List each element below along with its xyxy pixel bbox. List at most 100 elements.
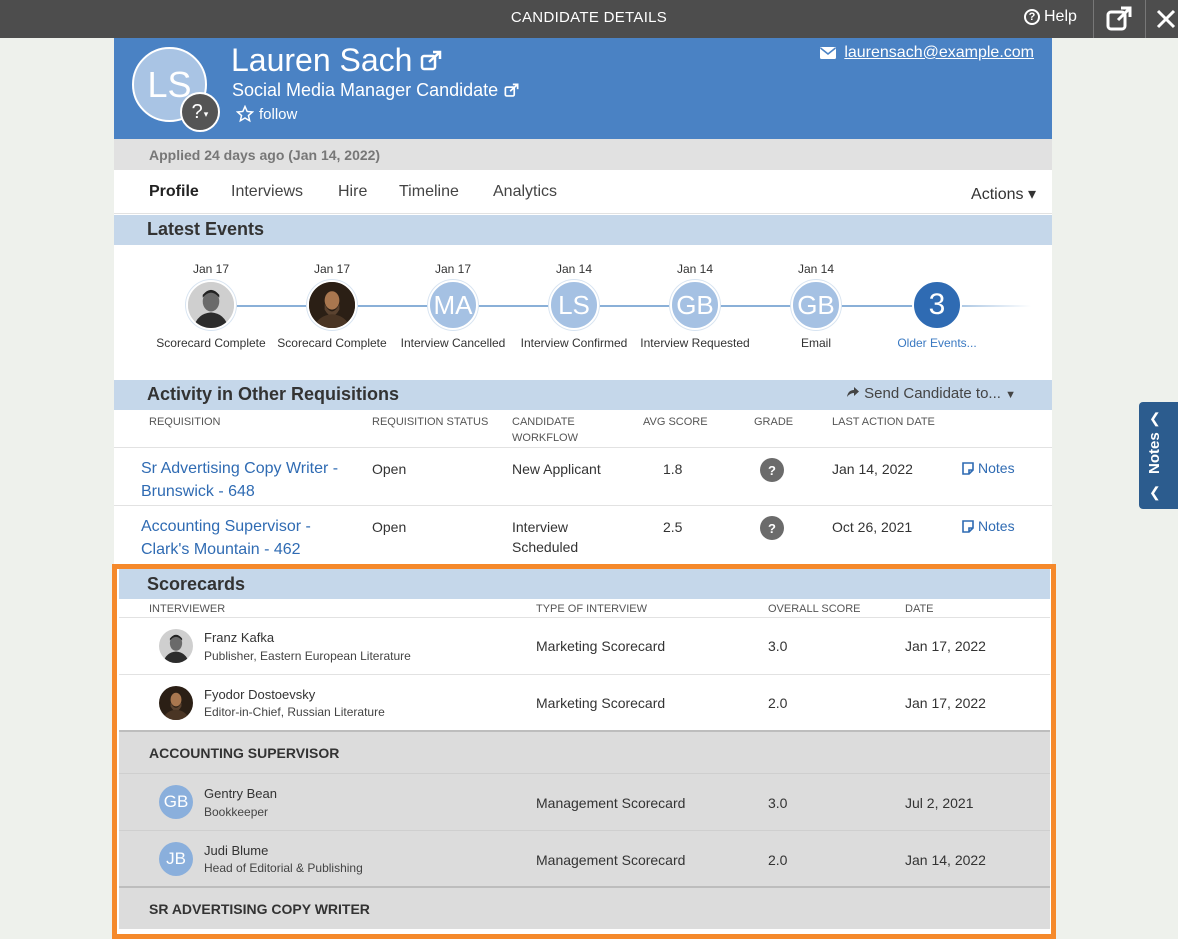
avatar: GB (670, 280, 720, 330)
scorecard-date: Jan 14, 2022 (905, 852, 986, 868)
overall-score: 2.0 (768, 695, 788, 711)
interviewer-title: Bookkeeper (204, 805, 269, 819)
scorecard-date: Jul 2, 2021 (905, 795, 974, 811)
event-item[interactable]: Jan 14 LS Interview Confirmed (514, 262, 634, 350)
requisition-link[interactable]: Sr Advertising Copy Writer - Brunswick -… (141, 457, 361, 503)
candidate-header: LS ? ▾ Lauren Sach Social Media Manager C… (114, 38, 1052, 139)
interview-type: Marketing Scorecard (536, 695, 666, 711)
interviewer-name: Franz Kafka (204, 630, 275, 645)
interview-type: Marketing Scorecard (536, 638, 666, 654)
grade-dropdown[interactable]: ? ▾ (180, 92, 220, 132)
column-header: INTERVIEWER (149, 603, 226, 615)
event-date: Jan 14 (676, 262, 714, 276)
close-button[interactable] (1154, 5, 1178, 33)
event-label: Interview Confirmed (520, 336, 628, 350)
divider (1145, 0, 1146, 38)
requisition-status: Open (372, 461, 407, 477)
event-date: Jan 17 (313, 262, 351, 276)
avatar (307, 280, 357, 330)
other-requisitions-title: Activity in Other Requisitions (147, 384, 400, 404)
grade-badge: ? (760, 458, 784, 482)
event-label: Scorecard Complete (277, 336, 387, 350)
event-item[interactable]: Jan 17 Scorecard Complete (272, 262, 392, 350)
avatar (186, 280, 236, 330)
note-icon (962, 519, 974, 533)
window-title: CANDIDATE DETAILS (510, 9, 668, 26)
kafka-photo-icon (188, 282, 234, 328)
candidate-workflow: Interview Scheduled (512, 519, 579, 555)
notes-tab-label: Notes (1146, 432, 1163, 474)
dostoevsky-photo-icon (309, 282, 355, 328)
grade-value: ? (191, 100, 203, 123)
table-row[interactable]: Fyodor Dostoevsky Editor-in-Chief, Russi… (119, 674, 1050, 730)
notes-label: Notes (978, 460, 1015, 476)
interviewer-name: Fyodor Dostoevsky (204, 687, 316, 702)
event-item[interactable]: Jan 17 Scorecard Complete (151, 262, 271, 350)
caret-down-icon: ▼ (1005, 389, 1016, 401)
help-button[interactable]: ? Help (1024, 8, 1077, 26)
overall-score: 2.0 (768, 852, 788, 868)
notes-button[interactable]: Notes (962, 518, 1015, 534)
avatar (159, 686, 193, 720)
top-bar: CANDIDATE DETAILS ? Help (0, 0, 1178, 38)
send-candidate-dropdown[interactable]: Send Candidate to... ▼ (846, 385, 1016, 402)
event-item[interactable]: Jan 17 MA Interview Cancelled (393, 262, 513, 350)
event-date: Jan 14 (555, 262, 593, 276)
follow-button[interactable]: follow (236, 105, 297, 123)
table-row[interactable]: JB Judi Blume Head of Editorial & Publis… (119, 830, 1050, 886)
table-row: Sr Advertising Copy Writer - Brunswick -… (114, 447, 1052, 505)
overall-score: 3.0 (768, 638, 788, 654)
tab-bar: Profile Interviews Hire Timeline Analyti… (114, 170, 1052, 214)
share-arrow-icon (847, 387, 859, 397)
envelope-icon (820, 47, 837, 59)
external-link-icon (504, 83, 519, 97)
requisition-link[interactable]: Accounting Supervisor - Clark's Mountain… (141, 515, 361, 561)
candidate-role[interactable]: Social Media Manager Candidate (232, 80, 519, 101)
notes-button[interactable]: Notes (962, 460, 1015, 476)
divider (1093, 0, 1094, 38)
avatar (159, 629, 193, 663)
older-events-link[interactable]: Older Events... (877, 336, 997, 350)
table-row[interactable]: Franz Kafka Publisher, Eastern European … (119, 617, 1050, 674)
caret-down-icon: ▾ (1027, 186, 1036, 203)
requisitions-table-header: REQUISITION REQUISITION STATUS CANDIDATE… (114, 410, 1052, 447)
candidate-name[interactable]: Lauren Sach (231, 42, 442, 79)
event-label: Interview Requested (640, 336, 750, 350)
table-row[interactable]: GB Gentry Bean Bookkeeper Management Sco… (119, 773, 1050, 830)
avatar: JB (159, 842, 193, 876)
event-date: Jan 14 (797, 262, 835, 276)
follow-label: follow (259, 105, 298, 123)
scorecard-date: Jan 17, 2022 (905, 638, 986, 654)
older-events-button[interactable]: 3 Older Events... (877, 262, 997, 350)
external-link-icon (1106, 6, 1132, 31)
popout-button[interactable] (1105, 5, 1133, 33)
applied-date: Applied 24 days ago (Jan 14, 2022) (114, 139, 1052, 170)
interviewer-name: Judi Blume (204, 843, 269, 858)
notes-label: Notes (978, 518, 1015, 534)
notes-side-tab[interactable]: ❮ Notes ❮ (1139, 402, 1178, 509)
column-header: TYPE OF INTERVIEW (536, 603, 648, 615)
tab-hire[interactable]: Hire (338, 183, 367, 201)
scorecards-table-header: INTERVIEWER TYPE OF INTERVIEW OVERALL SC… (119, 599, 1050, 617)
caret-down-icon: ▾ (203, 108, 209, 119)
tab-analytics[interactable]: Analytics (493, 183, 557, 201)
email-link[interactable]: laurensach@example.com (844, 44, 1034, 62)
requisition-status: Open (372, 519, 407, 535)
event-item[interactable]: Jan 14 GB Interview Requested (635, 262, 755, 350)
tab-timeline[interactable]: Timeline (399, 183, 459, 201)
help-icon: ? (1024, 9, 1040, 25)
actions-label: Actions (971, 186, 1024, 203)
column-header: LAST ACTION DATE (832, 416, 935, 428)
latest-events-heading: Latest Events (114, 215, 1052, 245)
tab-profile[interactable]: Profile (149, 183, 199, 201)
grade-badge: ? (760, 516, 784, 540)
column-header: OVERALL SCORE (768, 603, 861, 615)
tab-interviews[interactable]: Interviews (231, 183, 303, 201)
event-date: Jan 17 (192, 262, 230, 276)
external-link-icon (421, 50, 442, 70)
send-candidate-label: Send Candidate to... (864, 385, 1001, 402)
event-label: Interview Cancelled (400, 336, 506, 350)
actions-dropdown[interactable]: Actions ▾ (971, 184, 1036, 204)
event-item[interactable]: Jan 14 GB Email (756, 262, 876, 350)
candidate-email[interactable]: laurensach@example.com (820, 44, 1034, 62)
